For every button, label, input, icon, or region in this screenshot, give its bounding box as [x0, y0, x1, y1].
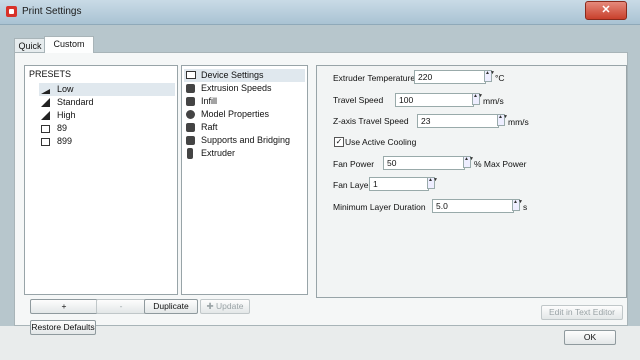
minimum-layer-duration-field[interactable]: 5.0	[432, 199, 514, 213]
preset-item-low[interactable]: Low	[39, 83, 175, 96]
update-preset-button[interactable]: ✚ Update	[200, 299, 250, 314]
extruder-temperature-spinner[interactable]: ▲▼	[484, 70, 495, 82]
preset-label: Standard	[57, 97, 94, 107]
minimum-layer-duration-unit: s	[523, 202, 528, 212]
minimum-layer-duration-label: Minimum Layer Duration	[333, 202, 426, 212]
supports-icon	[186, 136, 195, 145]
signal-low-icon	[41, 89, 50, 94]
category-label: Device Settings	[201, 70, 264, 80]
add-preset-button[interactable]: +	[30, 299, 98, 314]
signal-high-icon	[41, 111, 50, 120]
extruder-icon	[187, 148, 193, 159]
category-label: Supports and Bridging	[201, 135, 291, 145]
minimum-layer-duration-spinner[interactable]: ▲▼	[512, 199, 523, 211]
ok-button[interactable]: OK	[564, 330, 616, 345]
category-device-settings[interactable]: Device Settings	[184, 69, 305, 82]
document-icon	[41, 138, 50, 146]
preset-label: 89	[57, 123, 68, 133]
fan-layer-field[interactable]: 1	[369, 177, 429, 191]
settings-category-list[interactable]: Device Settings Extrusion Speeds Infill …	[181, 65, 308, 295]
travel-speed-field[interactable]: 100	[395, 93, 474, 107]
extruder-temperature-value: 220	[418, 72, 433, 82]
extruder-temperature-label: Extruder Temperature	[333, 73, 416, 83]
fan-layer-label: Fan Layer	[333, 180, 372, 190]
category-label: Infill	[201, 96, 218, 106]
duplicate-preset-button[interactable]: Duplicate	[144, 299, 198, 314]
z-axis-travel-speed-field[interactable]: 23	[417, 114, 499, 128]
update-label: Update	[216, 301, 244, 311]
edit-in-text-editor-button[interactable]: Edit in Text Editor	[541, 305, 623, 320]
fan-power-label: Fan Power	[333, 159, 375, 169]
makerware-app-icon	[6, 6, 17, 17]
document-icon	[41, 125, 50, 133]
z-axis-travel-speed-spinner[interactable]: ▲▼	[497, 114, 508, 126]
update-icon: ✚	[206, 301, 214, 311]
travel-speed-unit: mm/s	[483, 96, 504, 106]
settings-panel: Extruder Temperature 220 ▲▼ °C Travel Sp…	[316, 65, 627, 298]
fan-power-spinner[interactable]: ▲▼	[463, 156, 474, 168]
category-label: Extrusion Speeds	[201, 83, 272, 93]
device-icon	[186, 71, 196, 79]
fan-power-field[interactable]: 50	[383, 156, 465, 170]
dialog-footer	[0, 326, 640, 360]
restore-defaults-button[interactable]: Restore Defaults	[30, 320, 96, 335]
travel-speed-spinner[interactable]: ▲▼	[472, 93, 483, 105]
remove-preset-button[interactable]: -	[96, 299, 146, 314]
fan-layer-value: 1	[373, 179, 378, 189]
presets-list[interactable]: PRESETS Low Standard High 89 899	[24, 65, 178, 295]
title-bar: Print Settings ✕	[0, 0, 640, 25]
active-cooling-checkbox[interactable]: ✓	[334, 137, 344, 147]
window-title: Print Settings	[22, 6, 82, 17]
fan-layer-spinner[interactable]: ▲▼	[427, 177, 438, 189]
gear-icon	[186, 110, 195, 119]
preset-label: High	[57, 110, 76, 120]
category-label: Model Properties	[201, 109, 270, 119]
tab-custom[interactable]: Custom	[44, 36, 94, 53]
raft-icon	[186, 123, 195, 132]
presets-header: PRESETS	[29, 69, 72, 79]
active-cooling-label: Use Active Cooling	[345, 137, 417, 147]
preset-label: Low	[57, 84, 74, 94]
preset-label: 899	[57, 136, 73, 146]
minimum-layer-duration-value: 5.0	[436, 201, 448, 211]
category-label: Raft	[201, 122, 218, 132]
extruder-temperature-field[interactable]: 220	[414, 70, 486, 84]
z-axis-travel-speed-value: 23	[421, 116, 431, 126]
z-axis-travel-speed-unit: mm/s	[508, 117, 529, 127]
extruder-temperature-unit: °C	[495, 73, 505, 83]
infill-icon	[186, 97, 195, 106]
tab-quick[interactable]: Quick	[14, 38, 46, 53]
signal-medium-icon	[41, 98, 50, 107]
close-window-button[interactable]: ✕	[585, 1, 627, 20]
travel-speed-value: 100	[399, 95, 414, 105]
z-axis-travel-speed-label: Z-axis Travel Speed	[333, 116, 409, 126]
fan-power-value: 50	[387, 158, 397, 168]
category-label: Extruder	[201, 148, 236, 158]
travel-speed-label: Travel Speed	[333, 95, 384, 105]
fan-power-unit: % Max Power	[474, 159, 527, 169]
rabbit-icon	[186, 84, 195, 93]
